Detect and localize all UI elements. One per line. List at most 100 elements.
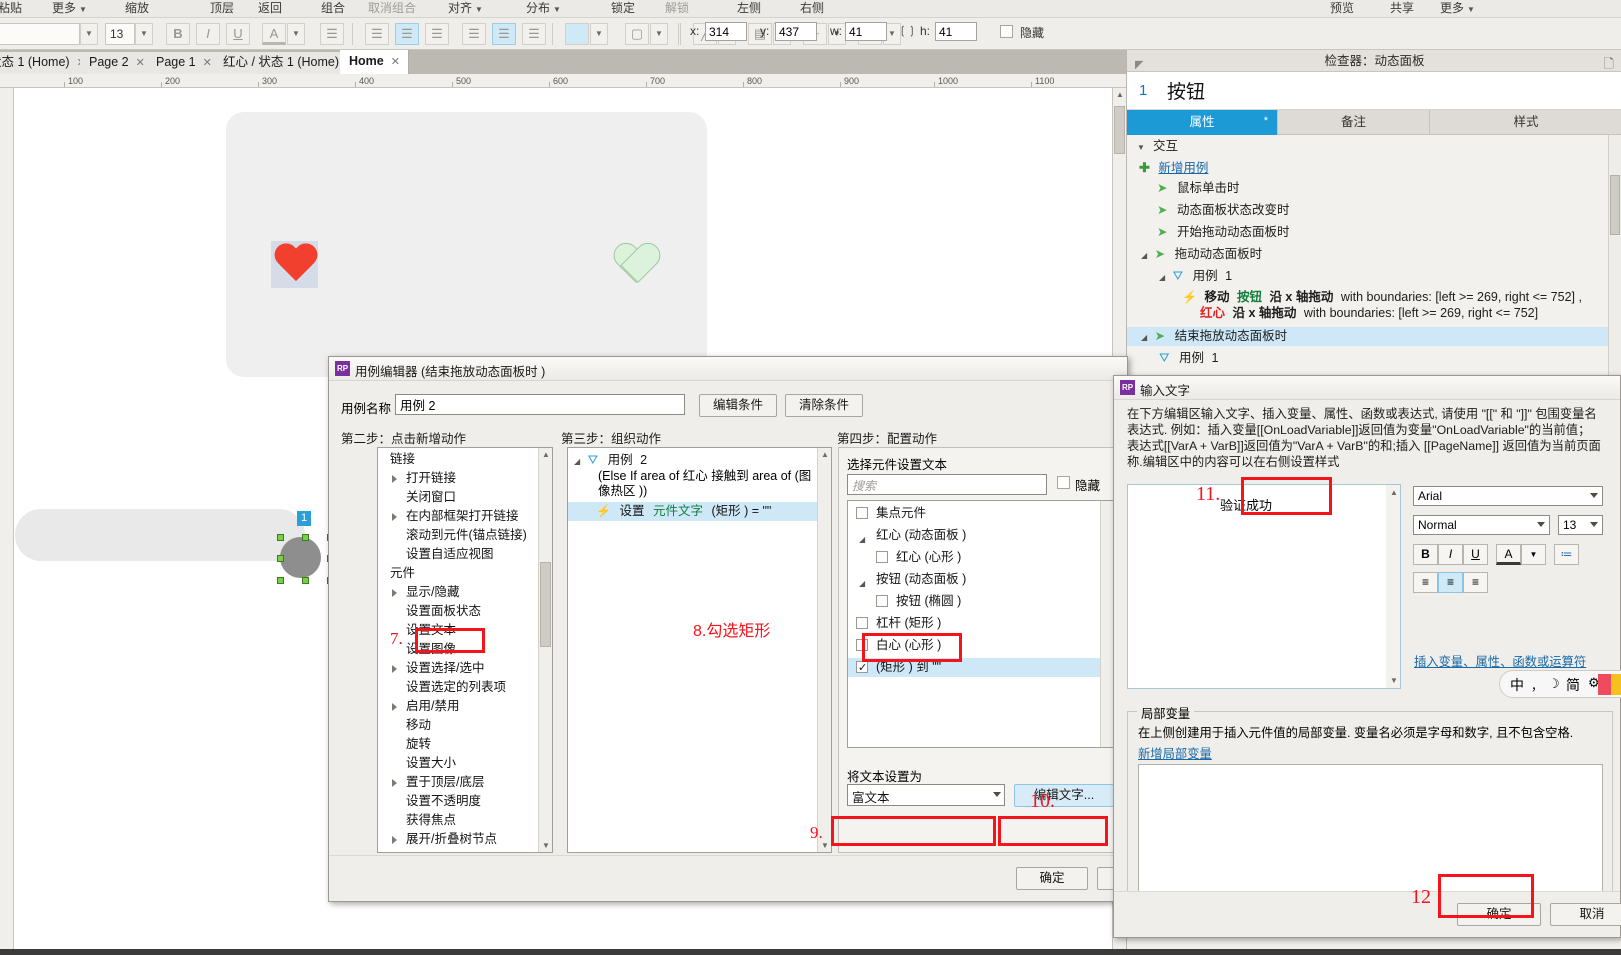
resize-handle[interactable] [277, 577, 284, 584]
widget-item-lever-rect[interactable]: 杠杆 (矩形 ) [856, 614, 941, 633]
menu-item-3[interactable]: 顶层 [210, 0, 234, 18]
action-move[interactable]: ⚡ 移动 按钮 沿 x 轴拖动 with boundaries: [left >… [1182, 289, 1612, 323]
menu-item-12[interactable]: 右侧 [800, 0, 824, 18]
insert-variable-link[interactable]: 插入变量、属性、函数或运算符 [1414, 652, 1586, 670]
widget-item-hongxin-panel[interactable]: ◢ 红心 (动态面板 ) [859, 526, 966, 545]
menu-item-9[interactable]: 锁定 [611, 0, 635, 18]
bold-button[interactable]: B [166, 23, 190, 45]
widget-item-hongxin-heart[interactable]: 红心 (心形 ) [876, 548, 961, 567]
font-color-chevron-icon[interactable]: ▼ [287, 23, 305, 45]
x-input[interactable] [705, 22, 747, 41]
case-1-dragend[interactable]: ⛛ 用例 1 [1159, 349, 1218, 368]
resize-handle[interactable] [277, 555, 284, 562]
font-color-button[interactable]: A [1496, 544, 1521, 565]
align-right-button[interactable]: ≡ [1463, 572, 1488, 593]
align-bottom-button[interactable]: ☰ [425, 23, 449, 45]
checkbox[interactable] [856, 659, 868, 678]
action-node-z-order[interactable]: 置于顶层/底层 [392, 773, 484, 792]
add-case-link[interactable]: ✚ 新增用例 [1139, 158, 1208, 177]
align-top-button[interactable]: ☰ [365, 23, 389, 45]
action-node-set-selected[interactable]: 设置选择/选中 [392, 659, 484, 678]
ime-simplified-icon[interactable]: 简 [1566, 675, 1580, 695]
widget-search-input[interactable]: 搜索 [847, 474, 1047, 495]
font-weight-select[interactable]: Normal [1413, 515, 1550, 535]
align-center-button[interactable]: ≡ [1438, 572, 1463, 593]
font-color-button[interactable]: A [262, 23, 286, 45]
action-node-opacity[interactable]: 设置不透明度 [406, 792, 481, 811]
widget-item-focus[interactable]: 集点元件 [856, 504, 926, 523]
menu-item-7[interactable]: 对齐 ▼ [448, 0, 483, 18]
use-case-ok-button[interactable]: 确定 [1016, 867, 1088, 890]
scroll-up-icon[interactable]: ▲ [1116, 90, 1124, 99]
w-input[interactable] [845, 22, 887, 41]
y-input[interactable] [775, 22, 817, 41]
action-node-enable-disable[interactable]: 启用/禁用 [392, 697, 459, 716]
close-icon[interactable]: ✕ [391, 56, 400, 68]
menu-item-4[interactable]: 返回 [258, 0, 282, 18]
tab-notes[interactable]: 备注 [1278, 110, 1430, 135]
ime-language-icon[interactable]: 中 [1510, 675, 1524, 695]
lever-rectangle-shape[interactable] [15, 509, 305, 561]
tab-page1[interactable]: Page 1 ✕ [147, 52, 221, 74]
checkbox[interactable] [876, 595, 888, 607]
close-icon[interactable]: ✕ [136, 57, 145, 69]
ime-toolbar[interactable]: 中 ， ☽ 简 ⚙ [1499, 670, 1621, 698]
input-text-dialog[interactable]: RP 输入文字 在下方编辑区输入文字、插入变量、属性、函数或表达式, 请使用 "… [1113, 375, 1621, 938]
add-local-variable-link[interactable]: 新增局部变量 [1138, 744, 1212, 762]
menu-item-1[interactable]: 更多 ▼ [52, 0, 87, 18]
action-node-open-in-frame[interactable]: 在内部框架打开链接 [392, 507, 519, 526]
menu-item-2[interactable]: 缩放 [125, 0, 149, 18]
resize-handle[interactable] [277, 534, 284, 541]
input-text-cancel-button[interactable]: 取消 [1550, 903, 1621, 926]
menu-item-5[interactable]: 组合 [321, 0, 345, 18]
organize-scrollbar[interactable]: ▲ ▼ [817, 448, 831, 852]
font-family-chevron-icon[interactable]: ▼ [80, 23, 98, 45]
event-panel-state-change[interactable]: ➤ 动态面板状态改变时 [1157, 201, 1289, 220]
actions-tree-scrollbar[interactable]: ▲ ▼ [538, 448, 552, 852]
valign-middle-button[interactable]: ☰ [492, 23, 516, 45]
editor-scrollbar[interactable]: ▲ ▼ [1386, 485, 1400, 688]
action-node-move[interactable]: 移动 [406, 716, 431, 735]
widget-name[interactable]: 按钮 [1167, 77, 1205, 104]
action-node-show-hide[interactable]: 显示/隐藏 [392, 583, 459, 602]
close-icon[interactable]: ✕ [203, 57, 212, 69]
interactions-tree[interactable]: ▼ 交互 ✚ 新增用例 ➤ 鼠标单击时 ➤ 动态面板状态改变时 ➤ 开始拖动动态… [1127, 135, 1621, 405]
action-node-widgets[interactable]: 元件 [390, 564, 415, 583]
fill-chevron-icon[interactable]: ▼ [590, 23, 608, 45]
lock-aspect-icon[interactable]: ❲❳ [898, 24, 916, 37]
checkbox[interactable] [876, 551, 888, 563]
clear-condition-button[interactable]: 清除条件 [785, 394, 863, 417]
valign-top-button[interactable]: ☰ [462, 23, 486, 45]
action-node-close-window[interactable]: 关闭窗口 [406, 488, 456, 507]
menu-item-8[interactable]: 分布 ▼ [526, 0, 561, 18]
scroll-down-icon[interactable]: ▼ [1390, 676, 1398, 685]
white-heart-shape[interactable] [613, 244, 659, 286]
widget-item-button-ellipse[interactable]: 按钮 (椭圆 ) [876, 592, 961, 611]
organize-action-row[interactable]: ⚡ 设置 元件文字 (矩形 ) = "" [568, 502, 817, 521]
section-interactions[interactable]: ▼ 交互 [1137, 137, 1178, 156]
tab-page2[interactable]: Page 2 ✕ [80, 52, 154, 74]
action-node-scroll-to[interactable]: 滚动到元件(锚点链接) [406, 526, 527, 545]
red-heart-shape[interactable] [273, 244, 319, 286]
tab-style[interactable]: 样式 [1430, 110, 1621, 135]
action-node-set-list-item[interactable]: 设置选定的列表项 [406, 678, 506, 697]
menu-item-more[interactable]: 更多 ▼ [1440, 0, 1475, 18]
action-node-tree-node[interactable]: 展开/折叠树节点 [392, 830, 497, 849]
tab-home[interactable]: Home ✕ [340, 50, 409, 74]
tab-properties[interactable]: 属性 * [1127, 110, 1278, 135]
action-node-open-link[interactable]: 打开链接 [392, 469, 456, 488]
menu-item-share[interactable]: 共享 [1390, 0, 1414, 18]
scroll-down-icon[interactable]: ▼ [542, 841, 550, 850]
action-node-panel-state[interactable]: 设置面板状态 [406, 602, 481, 621]
underline-button[interactable]: U [226, 23, 250, 45]
fill-color-button[interactable] [565, 23, 589, 45]
resize-handle[interactable] [302, 534, 309, 541]
font-family-select[interactable]: Arial [1413, 486, 1603, 506]
list-button[interactable]: ☰ [320, 23, 344, 45]
underline-button[interactable]: U [1463, 544, 1488, 565]
font-size-select[interactable]: 13 [105, 23, 135, 45]
canvas-scroll-thumb[interactable] [1114, 106, 1125, 154]
scroll-up-icon[interactable]: ▲ [821, 450, 829, 459]
case-1-dragging[interactable]: ◢ ⛛ 用例 1 [1159, 267, 1232, 286]
organize-case-row[interactable]: ◢ ⛛ 用例 2 [574, 451, 647, 470]
